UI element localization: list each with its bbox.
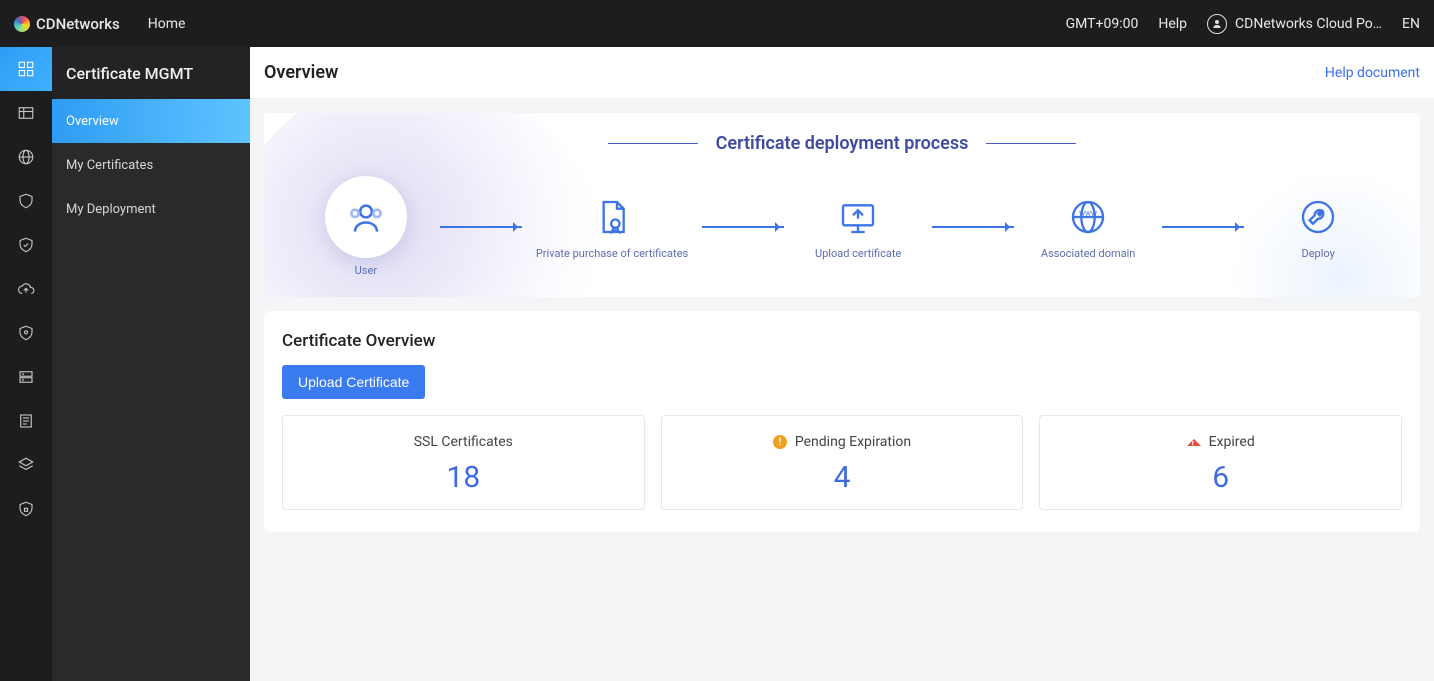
subnav-title: Certificate MGMT [52, 47, 250, 99]
flow-node-upload: Upload certificate [798, 193, 918, 260]
flow-caption: User [355, 264, 377, 277]
hero-line-right [986, 143, 1076, 144]
rail-item-9[interactable] [0, 399, 52, 443]
flow-node-domain: WWW Associated domain [1028, 193, 1148, 260]
hero-line-left [608, 143, 698, 144]
rail-item-3[interactable] [0, 135, 52, 179]
stat-card-pending[interactable]: ! Pending Expiration 4 [661, 415, 1024, 510]
stat-label: Expired [1050, 434, 1391, 450]
arrow-icon [440, 226, 522, 228]
stat-card-expired[interactable]: Expired 6 [1039, 415, 1402, 510]
brand-logo[interactable]: CDNetworks [14, 15, 120, 33]
subnav-item-my-deployment[interactable]: My Deployment [52, 187, 250, 231]
rail-item-5[interactable] [0, 223, 52, 267]
grid-icon [17, 60, 35, 78]
rail-item-10[interactable] [0, 443, 52, 487]
user-group-icon [325, 176, 407, 258]
topbar: CDNetworks Home GMT+09:00 Help CDNetwork… [0, 0, 1434, 47]
stat-label-text: SSL Certificates [414, 434, 513, 450]
subnav-item-overview[interactable]: Overview [52, 99, 250, 143]
flow-caption: Private purchase of certificates [536, 247, 688, 260]
avatar-icon [1207, 14, 1227, 34]
flow-diagram: User Private purchase of certificates [306, 176, 1378, 277]
warning-icon: ! [773, 435, 787, 449]
timezone-label[interactable]: GMT+09:00 [1066, 16, 1139, 32]
stat-value: 4 [672, 460, 1013, 495]
shield-icon [17, 192, 35, 210]
cloud-upload-icon [17, 280, 35, 298]
help-document-link[interactable]: Help document [1325, 65, 1420, 81]
list-icon [17, 412, 35, 430]
nav-home[interactable]: Home [148, 16, 186, 32]
stat-value: 6 [1050, 460, 1391, 495]
certificate-overview-panel: Certificate Overview Upload Certificate … [264, 311, 1420, 532]
stat-value: 18 [293, 460, 634, 495]
badge-icon [17, 500, 35, 518]
arrow-icon [1162, 226, 1244, 228]
arrow-icon [932, 226, 1014, 228]
page-title: Overview [264, 62, 338, 83]
hero-title: Certificate deployment process [716, 133, 969, 154]
danger-icon [1187, 439, 1201, 446]
help-link[interactable]: Help [1158, 16, 1187, 32]
rail-item-6[interactable] [0, 267, 52, 311]
globe-icon [17, 148, 35, 166]
rail-item-11[interactable] [0, 487, 52, 531]
stat-label: SSL Certificates [293, 434, 634, 450]
rail-item-2[interactable] [0, 91, 52, 135]
flow-node-deploy: Deploy [1258, 193, 1378, 260]
stat-label-text: Expired [1209, 434, 1255, 450]
server-icon [17, 368, 35, 386]
stat-card-ssl[interactable]: SSL Certificates 18 [282, 415, 645, 510]
main-content: Overview Help document Certificate deplo… [250, 47, 1434, 681]
flow-node-user: User [306, 176, 426, 277]
stat-label-text: Pending Expiration [795, 434, 911, 450]
language-switch[interactable]: EN [1402, 16, 1420, 32]
hero-title-wrap: Certificate deployment process [608, 133, 1077, 154]
flow-node-purchase: Private purchase of certificates [536, 193, 688, 260]
monitor-upload-icon [834, 193, 882, 241]
brand-swirl-icon [14, 16, 30, 32]
www-globe-icon: WWW [1064, 193, 1112, 241]
page-header: Overview Help document [250, 47, 1434, 99]
rail-item-7[interactable] [0, 311, 52, 355]
arrow-icon [702, 226, 784, 228]
subnav-label: My Certificates [66, 158, 153, 173]
flow-caption: Deploy [1301, 247, 1334, 260]
rail-item-dashboard[interactable] [0, 47, 52, 91]
rail-item-8[interactable] [0, 355, 52, 399]
layers-icon [17, 456, 35, 474]
svg-text:WWW: WWW [1079, 209, 1097, 217]
wrench-circle-icon [1294, 193, 1342, 241]
stat-label: ! Pending Expiration [672, 434, 1013, 450]
icon-rail [0, 47, 52, 681]
subnav-label: My Deployment [66, 202, 156, 217]
shield-check-icon [17, 324, 35, 342]
subnav-label: Overview [66, 114, 119, 129]
subnav: Certificate MGMT Overview My Certificate… [52, 47, 250, 681]
table-icon [17, 104, 35, 122]
shield-outline-icon [17, 236, 35, 254]
brand-name: CDNetworks [36, 15, 120, 33]
deployment-process-banner: Certificate deployment process [264, 113, 1420, 297]
section-title: Certificate Overview [282, 331, 1402, 351]
subnav-item-my-certificates[interactable]: My Certificates [52, 143, 250, 187]
rail-item-4[interactable] [0, 179, 52, 223]
upload-certificate-button[interactable]: Upload Certificate [282, 365, 425, 399]
certificate-doc-icon [588, 193, 636, 241]
flow-caption: Associated domain [1041, 247, 1135, 260]
stats-row: SSL Certificates 18 ! Pending Expiration… [282, 415, 1402, 510]
flow-caption: Upload certificate [815, 247, 901, 260]
user-name: CDNetworks Cloud Po… [1235, 16, 1382, 32]
user-menu[interactable]: CDNetworks Cloud Po… [1207, 14, 1382, 34]
